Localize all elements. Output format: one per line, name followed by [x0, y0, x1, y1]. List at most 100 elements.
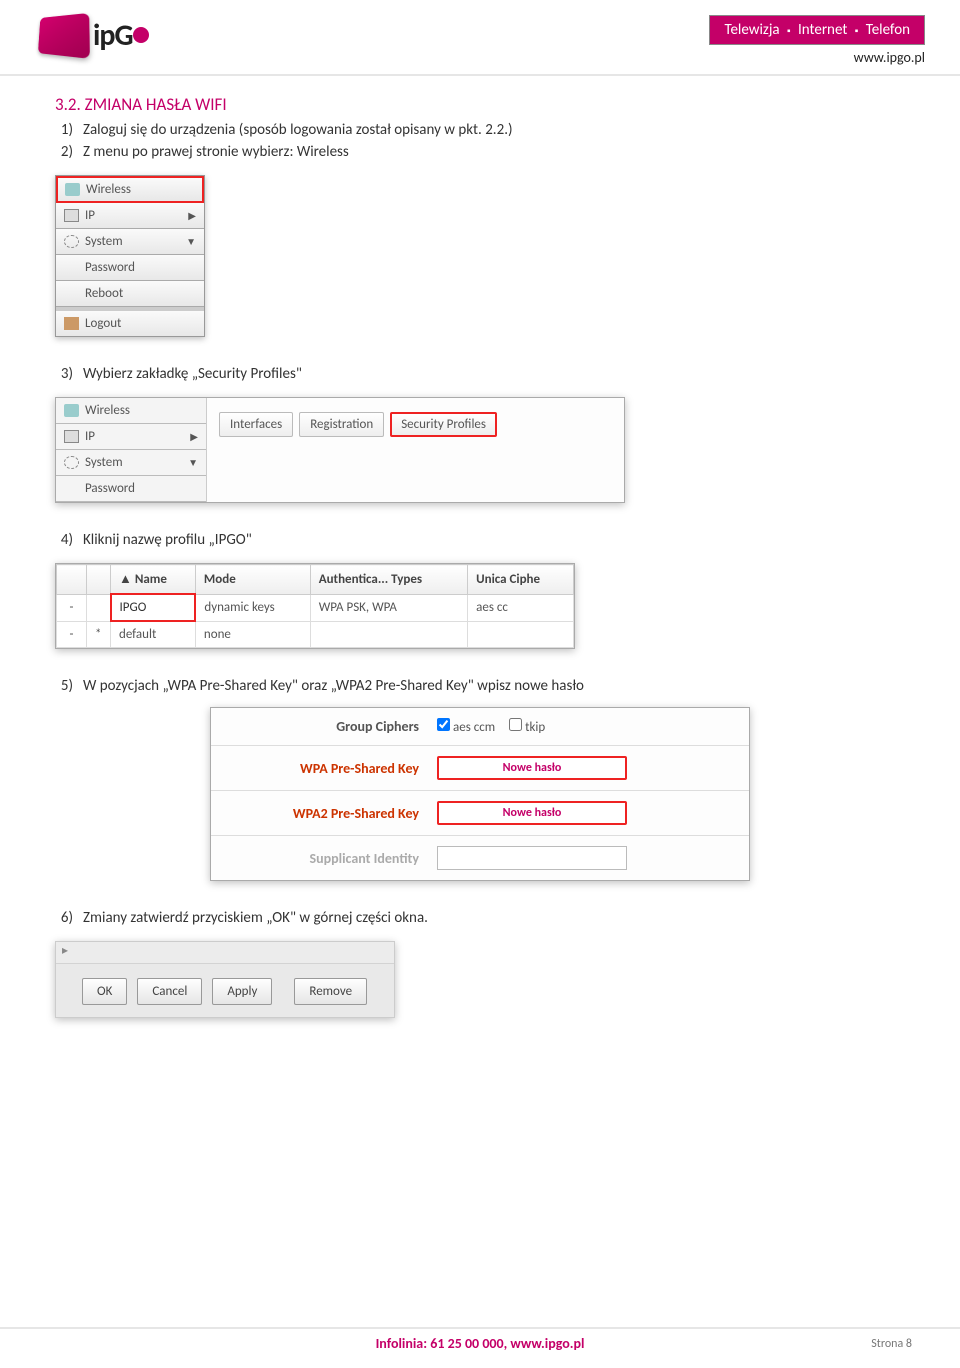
- page-number: Strona 8: [871, 1337, 912, 1351]
- label-group-ciphers: Group Ciphers: [227, 718, 437, 735]
- checkbox-label: tkip: [525, 720, 545, 735]
- profile-name-default[interactable]: default: [111, 621, 196, 648]
- badge-tel: Telefon: [866, 21, 910, 39]
- step-number: 2): [55, 143, 83, 161]
- cell-default-marker: *: [87, 621, 111, 648]
- step-text: Zmiany zatwierdź przyciskiem „OK" w górn…: [83, 909, 905, 927]
- sidebar-item-password[interactable]: Password: [56, 255, 204, 281]
- tab-security-profiles[interactable]: Security Profiles: [390, 412, 497, 437]
- col-mode[interactable]: Mode: [195, 565, 310, 595]
- step-number: 3): [55, 365, 83, 383]
- step-3: 3) Wybierz zakładkę „Security Profiles": [55, 365, 905, 383]
- tabs-sidebar: Wireless IP ▶ System▼ Password: [56, 398, 206, 502]
- sidebar-label: Password: [85, 260, 135, 275]
- sidebar-item-system[interactable]: System▼: [56, 450, 206, 476]
- step-text: Z menu po prawej stronie wybierz: Wirele…: [83, 143, 905, 161]
- checkbox-input[interactable]: [437, 718, 450, 731]
- cell-blank: [87, 594, 111, 621]
- label-supplicant: Supplicant Identity: [227, 850, 437, 867]
- sidebar-label: Reboot: [85, 286, 123, 301]
- cancel-button[interactable]: Cancel: [137, 978, 202, 1005]
- ip-icon: [64, 430, 79, 443]
- badge-tv: Telewizja: [724, 21, 779, 39]
- sidebar-item-system[interactable]: System ▼: [56, 229, 204, 255]
- wpa2-key-input[interactable]: Nowe hasło: [437, 801, 627, 825]
- cell-ciph: aes cc: [468, 594, 574, 621]
- input-placeholder: Nowe hasło: [503, 761, 562, 775]
- sidebar-item-logout[interactable]: Logout: [56, 311, 204, 336]
- profile-name-ipgo[interactable]: IPGO: [111, 594, 196, 621]
- section-title: 3.2. ZMIANA HASŁA WIFI: [55, 94, 905, 115]
- content: 3.2. ZMIANA HASŁA WIFI 1) Zaloguj się do…: [0, 76, 960, 1018]
- step-text: Wybierz zakładkę „Security Profiles": [83, 365, 905, 383]
- apply-button[interactable]: Apply: [212, 978, 272, 1005]
- col-blank: [87, 565, 111, 595]
- ip-icon: [64, 209, 79, 222]
- cell-mode: dynamic keys: [195, 594, 310, 621]
- sidebar-menu-screenshot: Wireless IP ▶ System ▼ Password Reboot L…: [55, 175, 205, 337]
- chevron-right-icon: ▶: [188, 209, 196, 222]
- sidebar-label: Wireless: [86, 182, 131, 197]
- col-name[interactable]: ▲ Name: [111, 565, 196, 595]
- chevron-right-icon: ▶: [190, 430, 198, 443]
- cell-mode: none: [195, 621, 310, 648]
- sidebar-item-password[interactable]: Password: [56, 476, 206, 502]
- checkbox-label: aes ccm: [453, 720, 495, 735]
- checkbox-aes[interactable]: aes ccm: [437, 718, 495, 735]
- logo-icon: [38, 13, 90, 59]
- sidebar-label: Password: [85, 481, 135, 496]
- chevron-down-icon: ▼: [188, 456, 198, 469]
- tab-interfaces[interactable]: Interfaces: [219, 412, 293, 437]
- row-group-ciphers: Group Ciphers aes ccm tkip: [211, 708, 749, 745]
- row-wpa-key: WPA Pre-Shared Key Nowe hasło: [211, 745, 749, 790]
- sidebar-item-ip[interactable]: IP ▶: [56, 424, 206, 450]
- checkbox-input[interactable]: [509, 718, 522, 731]
- wpa-key-input[interactable]: Nowe hasło: [437, 756, 627, 780]
- tabs-screenshot: Wireless IP ▶ System▼ Password Interfaces…: [55, 397, 625, 503]
- chevron-down-icon: ▼: [186, 235, 196, 248]
- sidebar-label: IP: [85, 429, 95, 444]
- sidebar-label: Wireless: [85, 403, 130, 418]
- sidebar-item-wireless[interactable]: Wireless: [56, 176, 204, 203]
- table-row[interactable]: - * default none: [57, 621, 574, 648]
- step-number: 4): [55, 531, 83, 549]
- label-wpa2-key: WPA2 Pre-Shared Key: [227, 805, 437, 822]
- step-number: 1): [55, 121, 83, 139]
- gear-icon: [64, 235, 79, 248]
- col-auth[interactable]: Authentica... Types: [310, 565, 467, 595]
- collapse-button[interactable]: -: [57, 594, 87, 621]
- antenna-icon: [65, 183, 80, 196]
- col-ciph[interactable]: Unica Ciphe: [468, 565, 574, 595]
- sidebar-item-reboot[interactable]: Reboot: [56, 281, 204, 307]
- table-row[interactable]: - IPGO dynamic keys WPA PSK, WPA aes cc: [57, 594, 574, 621]
- step-text: Kliknij nazwę profilu „IPGO": [83, 531, 905, 549]
- step-text: W pozycjach „WPA Pre-Shared Key" oraz „W…: [83, 677, 905, 695]
- button-row: OK Cancel Apply Remove: [56, 964, 394, 1005]
- step-2: 2) Z menu po prawej stronie wybierz: Wir…: [55, 143, 905, 161]
- badge-net: Internet: [798, 21, 847, 39]
- supplicant-input[interactable]: [437, 846, 627, 870]
- bullet-icon: ▪: [783, 24, 795, 37]
- sidebar-label: IP: [85, 208, 95, 223]
- col-blank: [57, 565, 87, 595]
- antenna-icon: [64, 404, 79, 417]
- toolbar-top: [56, 942, 394, 964]
- cell-auth: [310, 621, 467, 648]
- sidebar-item-ip[interactable]: IP ▶: [56, 203, 204, 229]
- checkbox-tkip[interactable]: tkip: [509, 718, 545, 735]
- ok-button[interactable]: OK: [82, 978, 127, 1005]
- step-4: 4) Kliknij nazwę profilu „IPGO": [55, 531, 905, 549]
- cell-ciph: [468, 621, 574, 648]
- cell-auth: WPA PSK, WPA: [310, 594, 467, 621]
- profiles-table: ▲ Name Mode Authentica... Types Unica Ci…: [56, 564, 574, 648]
- input-placeholder: Nowe hasło: [503, 806, 562, 820]
- remove-button[interactable]: Remove: [294, 978, 367, 1005]
- sidebar-label: System: [85, 234, 123, 249]
- collapse-button[interactable]: -: [57, 621, 87, 648]
- logo-text: ipG: [93, 17, 149, 54]
- logout-icon: [64, 317, 79, 330]
- tab-registration[interactable]: Registration: [299, 412, 384, 437]
- col-label: Name: [135, 572, 167, 587]
- label-wpa-key: WPA Pre-Shared Key: [227, 760, 437, 777]
- sidebar-item-wireless[interactable]: Wireless: [56, 398, 206, 424]
